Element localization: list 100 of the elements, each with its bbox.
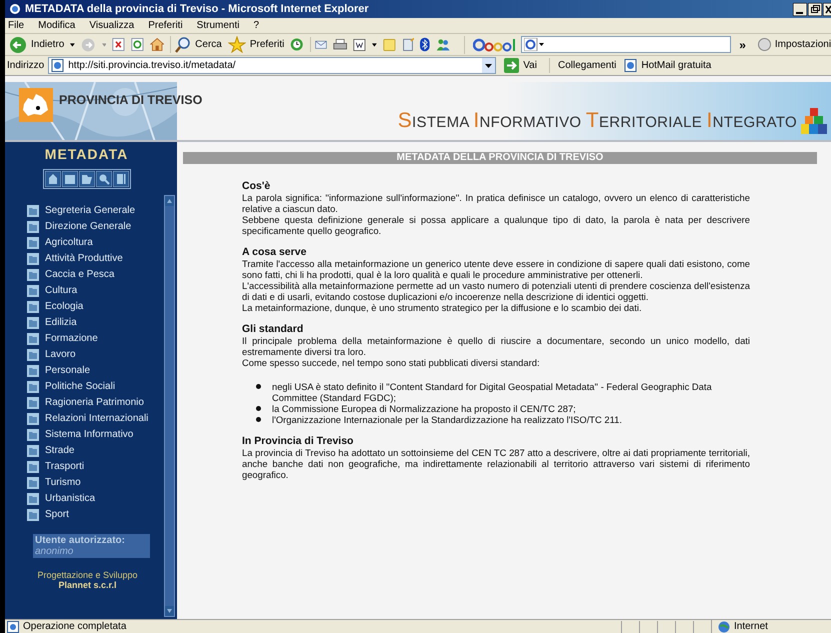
back-button[interactable]: Indietro	[9, 36, 64, 54]
menu-item[interactable]: Visualizza	[89, 18, 134, 33]
sidebar-item[interactable]: Segreteria Generale	[45, 203, 136, 218]
home-icon[interactable]	[44, 171, 60, 187]
settings-button[interactable]: Impostazioni	[758, 37, 831, 52]
folder-icon[interactable]	[27, 476, 39, 488]
province-name: PROVINCIA DI TREVISO	[59, 92, 202, 109]
credits-text: Progettazione e Sviluppo	[36, 570, 139, 580]
folder-icon[interactable]	[62, 171, 78, 187]
page-icon[interactable]	[51, 59, 64, 72]
page-icon[interactable]	[624, 59, 638, 72]
address-field[interactable]: http://siti.provincia.treviso.it/metadata/	[48, 57, 496, 74]
scroll-down-icon[interactable]	[165, 606, 174, 616]
bullet-icon[interactable]	[256, 384, 261, 389]
sidebar-item[interactable]: Direzione Generale	[45, 219, 132, 234]
folder-icon[interactable]	[27, 460, 39, 472]
folder-icon[interactable]	[27, 252, 39, 264]
sidebar-item[interactable]: Turismo	[45, 475, 81, 490]
folder-icon[interactable]	[27, 396, 39, 408]
bluetooth-icon[interactable]	[420, 36, 430, 53]
sidebar-item[interactable]: Relazioni Internazionali	[45, 411, 148, 426]
open-folder-icon[interactable]	[78, 171, 94, 187]
sidebar-item[interactable]: Attività Produttive	[45, 251, 123, 266]
sidebar-item[interactable]: Caccia e Pesca	[45, 267, 114, 282]
history-icon[interactable]	[290, 36, 304, 53]
folder-icon[interactable]	[27, 364, 39, 376]
zone-label: Internet	[734, 620, 768, 633]
address-label: Indirizzo	[7, 59, 44, 73]
scroll-up-icon[interactable]	[165, 196, 174, 206]
dropdown-arrow-icon[interactable]	[372, 42, 377, 46]
status-message: Operazione completata	[23, 620, 126, 633]
folder-icon[interactable]	[27, 236, 39, 248]
section-title: A cosa serve	[242, 246, 308, 258]
sidebar-item[interactable]: Edilizia	[45, 315, 77, 330]
search-button[interactable]: Cerca	[170, 36, 222, 53]
folder-icon[interactable]	[27, 508, 39, 520]
maximize-icon[interactable]	[808, 2, 822, 16]
sidebar-item[interactable]: Trasporti	[45, 459, 84, 474]
sidebar-item[interactable]: Politiche Sociali	[45, 379, 116, 394]
paragraph: Tramite l'accesso alla metainformazione un generico utente deve essere in condizione di sapere quali dati esistono, come sono fatti, chi li ha prodotti, qual è la loro qualità e quali le procedure amministrative per ottenerli.	[242, 258, 750, 280]
sidebar-item[interactable]: Formazione	[45, 331, 98, 346]
menu-item[interactable]: Preferiti	[148, 18, 183, 33]
folder-icon[interactable]	[27, 220, 39, 232]
folder-icon[interactable]	[27, 300, 39, 312]
close-icon[interactable]	[823, 2, 831, 16]
sidebar-item[interactable]: Personale	[45, 363, 90, 378]
page-icon[interactable]	[7, 620, 19, 632]
more-button[interactable]: »	[739, 36, 746, 54]
dropdown-arrow-icon[interactable]	[70, 42, 76, 46]
clipboard-icon[interactable]	[402, 36, 414, 53]
menu-item[interactable]: ?	[253, 18, 260, 33]
globe-icon[interactable]	[718, 620, 730, 632]
bullet-icon[interactable]	[256, 417, 261, 422]
folder-icon[interactable]	[27, 428, 39, 440]
document-icon[interactable]	[353, 36, 366, 52]
folder-icon[interactable]	[27, 284, 39, 296]
folder-icon[interactable]	[27, 444, 39, 456]
paragraph: Il principale problema della metainformazione è quello di riuscire a documentare, secondo un unico modello, dati estremamente diversi tra loro.	[242, 335, 750, 357]
go-arrow-icon[interactable]	[504, 58, 520, 73]
printer-icon[interactable]	[332, 36, 348, 52]
sidebar-item[interactable]: Ecologia	[45, 299, 84, 314]
sidebar-item[interactable]: Ragioneria Patrimonio	[45, 395, 144, 410]
stop-icon[interactable]	[112, 36, 126, 53]
sidebar-item[interactable]: Cultura	[45, 283, 78, 298]
folder-icon[interactable]	[27, 268, 39, 280]
sidebar-item[interactable]: Agricoltura	[45, 235, 93, 250]
scrollbar[interactable]	[164, 195, 175, 617]
user-label: Utente autorizzato:	[35, 535, 126, 546]
folder-icon[interactable]	[27, 204, 39, 216]
home-icon[interactable]	[150, 36, 164, 53]
sidebar-item[interactable]: Sistema Informativo	[45, 427, 134, 442]
folder-icon[interactable]	[27, 412, 39, 424]
bullet-icon[interactable]	[256, 406, 261, 411]
section-title: In Provincia di Treviso	[242, 435, 354, 447]
mail-icon[interactable]	[310, 37, 327, 52]
colored-cubes-icon[interactable]	[801, 108, 827, 136]
search-icon[interactable]	[175, 36, 192, 53]
star-icon[interactable]	[228, 36, 246, 53]
favorites-button[interactable]: Preferiti	[228, 36, 284, 53]
folder-icon[interactable]	[27, 332, 39, 344]
folder-icon[interactable]	[27, 348, 39, 360]
search-icon[interactable]	[96, 171, 112, 187]
sidebar-item[interactable]: Lavoro	[45, 347, 76, 362]
folder-icon[interactable]	[27, 380, 39, 392]
sidebar-item[interactable]: Sport	[45, 507, 69, 522]
link-button[interactable]: HotMail gratuita	[624, 58, 712, 73]
search-field[interactable]	[521, 36, 732, 53]
folder-icon[interactable]	[27, 492, 39, 504]
menu-item[interactable]: Strumenti	[196, 18, 240, 33]
document-icon[interactable]	[112, 171, 128, 187]
sidebar-item[interactable]: Strade	[45, 443, 74, 458]
menu-item[interactable]: File	[8, 18, 24, 33]
radio-circle-icon[interactable]	[758, 38, 771, 51]
sidebar-item[interactable]: Urbanistica	[45, 491, 96, 506]
folder-icon[interactable]	[27, 316, 39, 328]
sidebar-title: METADATA	[44, 145, 130, 164]
menu-item[interactable]: Modifica	[38, 18, 76, 33]
go-button[interactable]: Vai	[504, 58, 537, 73]
minimize-icon[interactable]	[793, 2, 807, 16]
list-item: l'Organizzazione Internazionale per la Standardizzazione ha realizzato l'ISO/TC 211.	[272, 414, 622, 425]
